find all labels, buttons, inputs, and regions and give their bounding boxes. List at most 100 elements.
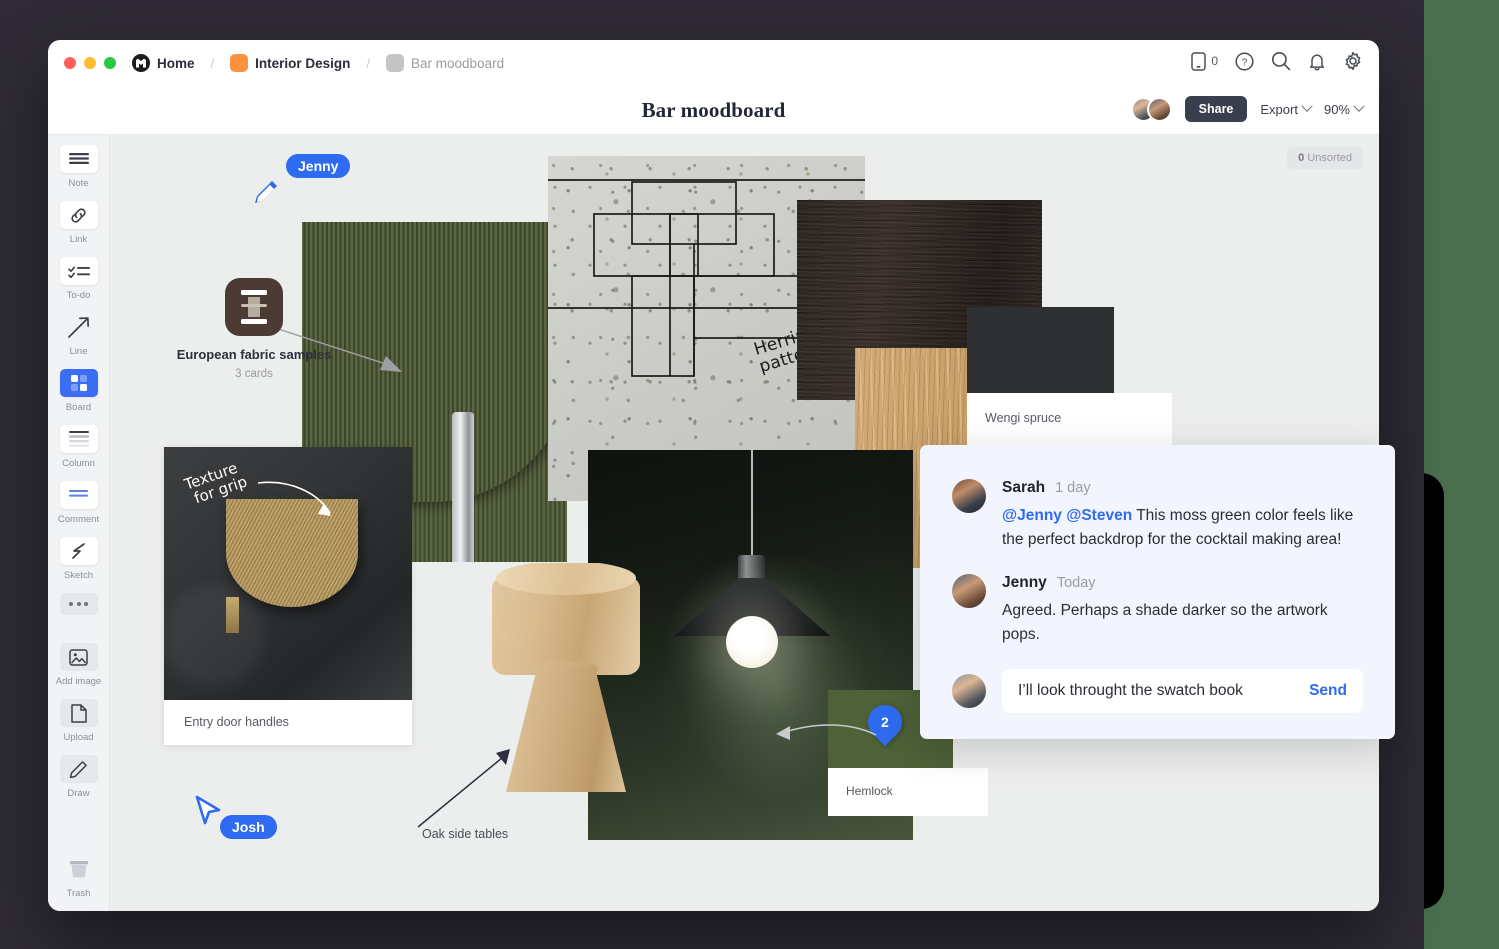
sidebar-item-comment[interactable]: Comment bbox=[51, 481, 107, 525]
window-controls[interactable] bbox=[64, 57, 116, 69]
sidebar-item-label: Link bbox=[70, 234, 87, 245]
sidebar-item-more[interactable] bbox=[51, 593, 107, 615]
sidebar-item-label: Sketch bbox=[64, 570, 93, 581]
sidebar-item-label: Comment bbox=[58, 514, 99, 525]
close-window-button[interactable] bbox=[64, 57, 76, 69]
more-dots-icon bbox=[60, 593, 98, 615]
sidebar-item-label: Column bbox=[62, 458, 95, 469]
jenny-pen-cursor bbox=[249, 177, 279, 207]
oak-side-tables-label: Oak side tables bbox=[422, 827, 508, 841]
sidebar-item-label: Trash bbox=[67, 888, 91, 899]
home-icon bbox=[132, 54, 150, 72]
note-icon bbox=[60, 145, 98, 173]
send-button[interactable]: Send bbox=[1309, 682, 1347, 700]
zoom-label: 90% bbox=[1324, 102, 1350, 117]
comment-panel: Sarah 1 day @Jenny @Steven This moss gre… bbox=[920, 445, 1395, 739]
avatar[interactable] bbox=[952, 674, 986, 708]
sidebar-item-todo[interactable]: To-do bbox=[51, 257, 107, 301]
search-icon[interactable] bbox=[1271, 51, 1291, 71]
lamp-bulb bbox=[726, 616, 778, 668]
dark-panel-image[interactable] bbox=[967, 307, 1114, 405]
share-button[interactable]: Share bbox=[1185, 96, 1248, 122]
hemlock-caption: Hemlock bbox=[846, 784, 893, 798]
breadcrumb-item-home[interactable]: Home bbox=[157, 56, 195, 71]
avatar[interactable] bbox=[952, 574, 986, 608]
sidebar-item-add-image[interactable]: Add image bbox=[51, 643, 107, 687]
sidebar-item-column[interactable]: Column bbox=[51, 425, 107, 469]
collaborator-avatars[interactable] bbox=[1131, 97, 1172, 122]
sidebar-item-upload[interactable]: Upload bbox=[51, 699, 107, 743]
reply-box[interactable]: Send bbox=[1002, 669, 1363, 713]
comment-body: Agreed. Perhaps a shade darker so the ar… bbox=[1002, 599, 1363, 647]
breadcrumb-item-current: Bar moodboard bbox=[411, 56, 504, 71]
comment-header: Jenny Today bbox=[1002, 574, 1363, 592]
sidebar-item-note[interactable]: Note bbox=[51, 145, 107, 189]
sidebar-item-label: Line bbox=[70, 346, 88, 357]
thread-spool-icon bbox=[225, 278, 283, 336]
comment-author: Jenny bbox=[1002, 574, 1047, 592]
comment-item: Jenny Today Agreed. Perhaps a shade dark… bbox=[952, 574, 1363, 647]
mobile-icon bbox=[1191, 52, 1206, 71]
maximize-window-button[interactable] bbox=[104, 57, 116, 69]
bell-icon[interactable] bbox=[1308, 52, 1326, 71]
help-icon[interactable]: ? bbox=[1235, 52, 1254, 71]
sidebar-item-sketch[interactable]: Sketch bbox=[51, 537, 107, 581]
comment-author: Sarah bbox=[1002, 479, 1045, 497]
sidebar-item-trash[interactable]: Trash bbox=[51, 855, 107, 899]
document-actions: Share Export 90% bbox=[1131, 96, 1363, 122]
breadcrumb-item-interior-design[interactable]: Interior Design bbox=[255, 56, 350, 71]
sidebar-item-line[interactable]: Line bbox=[51, 313, 107, 357]
wengi-spruce-card[interactable]: Wengi spruce bbox=[967, 393, 1172, 446]
page-title: Bar moodboard bbox=[642, 98, 786, 123]
comment-mentions[interactable]: @Jenny @Steven bbox=[1002, 507, 1132, 524]
entry-door-handles-caption: Entry door handles bbox=[184, 715, 289, 729]
chevron-down-icon bbox=[1353, 101, 1364, 112]
sidebar-item-draw[interactable]: Draw bbox=[51, 755, 107, 799]
wengi-spruce-caption: Wengi spruce bbox=[985, 411, 1061, 425]
reply-input[interactable] bbox=[1018, 682, 1309, 700]
hemlock-connector-arrow-icon bbox=[772, 713, 882, 753]
reply-row: Send bbox=[952, 669, 1363, 713]
board-grid-icon bbox=[60, 369, 98, 397]
annotation-arrow-icon bbox=[256, 477, 376, 537]
sidebar-item-label: Board bbox=[66, 402, 91, 413]
breadcrumb: Home / Interior Design / Bar moodboard bbox=[132, 54, 504, 72]
screen: Home / Interior Design / Bar moodboard 0… bbox=[0, 0, 1499, 949]
line-arrow-icon bbox=[60, 313, 98, 341]
entry-door-handles-card[interactable]: Texture for grip Entry door handles bbox=[164, 447, 412, 745]
tool-sidebar: Note Link To-do bbox=[48, 135, 110, 911]
comment-pin-count: 2 bbox=[881, 714, 889, 730]
folder-orange-icon bbox=[230, 54, 248, 72]
comment-icon bbox=[60, 481, 98, 509]
comment-header: Sarah 1 day bbox=[1002, 479, 1363, 497]
avatar[interactable] bbox=[952, 479, 986, 513]
document-bar: Bar moodboard Share Export 90% bbox=[48, 86, 1379, 134]
upload-file-icon bbox=[60, 699, 98, 727]
minimize-window-button[interactable] bbox=[84, 57, 96, 69]
sidebar-item-label: To-do bbox=[67, 290, 91, 301]
mobile-count: 0 bbox=[1211, 54, 1218, 68]
comment-time: 1 day bbox=[1055, 480, 1090, 496]
sidebar-item-board[interactable]: Board bbox=[51, 369, 107, 413]
board-card-subtitle: 3 cards bbox=[174, 368, 334, 380]
gear-icon[interactable] bbox=[1343, 51, 1363, 71]
board-card-title: European fabric samples bbox=[174, 346, 334, 364]
mobile-preview-button[interactable]: 0 bbox=[1191, 52, 1218, 71]
todo-icon bbox=[60, 257, 98, 285]
export-dropdown[interactable]: Export bbox=[1260, 102, 1311, 117]
zoom-dropdown[interactable]: 90% bbox=[1324, 102, 1363, 117]
door-handle-image: Texture for grip bbox=[164, 447, 412, 700]
pencil-icon bbox=[60, 755, 98, 783]
european-fabric-samples-card[interactable]: European fabric samples 3 cards bbox=[174, 278, 334, 380]
avatar[interactable] bbox=[1147, 97, 1172, 122]
cursor-label-jenny: Jenny bbox=[286, 154, 350, 178]
sidebar-item-link[interactable]: Link bbox=[51, 201, 107, 245]
lamp-cord bbox=[751, 450, 753, 558]
sidebar-item-label: Note bbox=[68, 178, 88, 189]
sidebar-item-label: Draw bbox=[67, 788, 89, 799]
oak-label-arrow-icon bbox=[410, 747, 540, 833]
column-icon bbox=[60, 425, 98, 453]
unsorted-badge[interactable]: 0 Unsorted bbox=[1287, 147, 1363, 169]
hemlock-card[interactable]: Hemlock bbox=[828, 768, 988, 816]
cursor-label-josh: Josh bbox=[220, 815, 277, 839]
